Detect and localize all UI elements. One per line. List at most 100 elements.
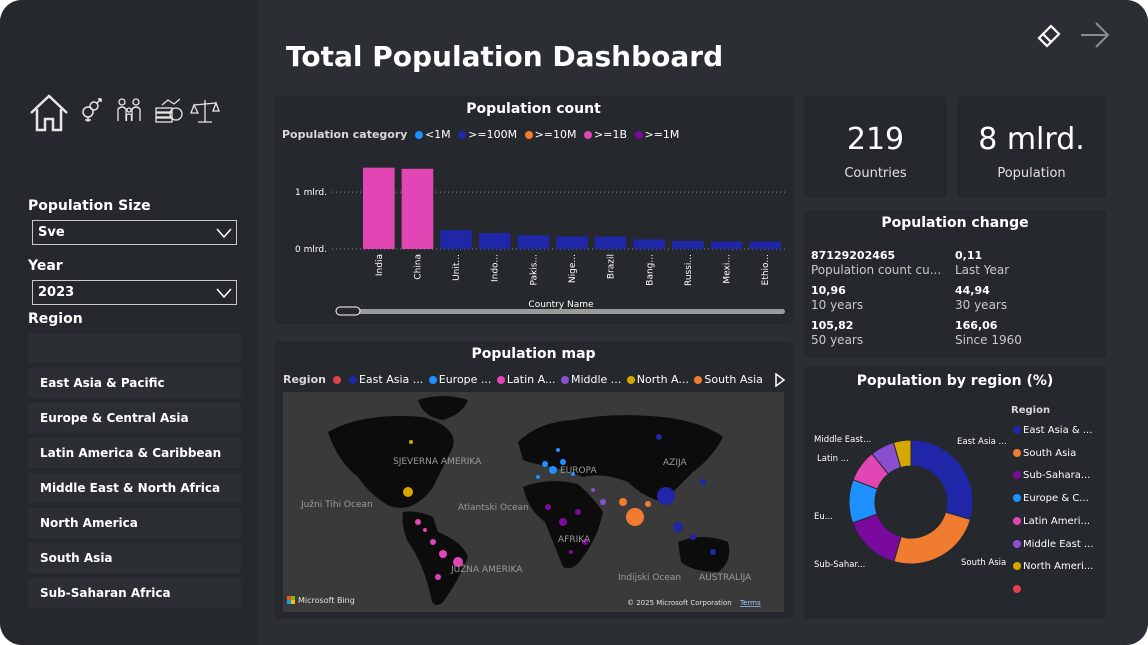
map-bubble[interactable] — [560, 459, 566, 465]
legend-next-icon[interactable] — [774, 373, 786, 387]
map-label-australia: AUSTRALIJA — [699, 573, 752, 583]
map-bubble[interactable] — [600, 499, 606, 505]
region-item-south-asia[interactable]: South Asia — [28, 543, 241, 573]
map-bubble[interactable] — [559, 518, 567, 526]
gender-icon[interactable] — [78, 97, 104, 123]
donut-legend-item[interactable]: North Ameri... — [1013, 561, 1093, 572]
map-bubble[interactable] — [690, 534, 696, 540]
population-size-dropdown[interactable]: Sve — [32, 220, 237, 245]
map-bubble[interactable] — [700, 479, 706, 485]
change-value-30y: 44,94 — [955, 284, 990, 297]
map-bubble[interactable] — [710, 549, 716, 555]
y-tick-label: 0 mlrd. — [295, 245, 327, 255]
legend-item-ge1m[interactable]: >=1M — [634, 128, 679, 141]
x-tick-label: Nige... — [568, 254, 578, 283]
donut-legend-item[interactable]: East Asia & ... — [1013, 425, 1092, 436]
map-legend-item-north[interactable]: North A... — [626, 373, 689, 386]
map-bubble[interactable] — [439, 550, 447, 558]
map-bubble[interactable] — [545, 504, 551, 510]
region-item-east-asia-pacific[interactable]: East Asia & Pacific — [28, 368, 241, 398]
bar[interactable] — [749, 241, 781, 249]
donut-slice[interactable] — [893, 511, 972, 565]
population-map[interactable]: SJEVERNA AMERIKA EUROPA AZIJA Južni Tihi… — [283, 392, 784, 612]
year-dropdown[interactable]: 2023 — [32, 280, 237, 305]
bar[interactable] — [401, 168, 434, 249]
x-tick-label: China — [413, 254, 423, 280]
map-bubble[interactable] — [556, 448, 560, 452]
family-icon[interactable] — [114, 97, 144, 123]
map-legend-item-europe[interactable]: Europe ... — [428, 373, 491, 386]
region-item-north-america[interactable]: North America — [28, 508, 241, 538]
population-map-legend: Region East Asia ... Europe ... Latin A.… — [283, 373, 763, 386]
population-change-title: Population change — [881, 215, 1029, 231]
map-bubble[interactable] — [569, 550, 573, 554]
bar[interactable] — [633, 239, 666, 249]
kpi-population-value: 8 mlrd. — [978, 122, 1085, 157]
donut-legend-item[interactable]: Europe & C... — [1013, 493, 1089, 504]
scrollbar-handle[interactable] — [335, 306, 361, 316]
map-bubble[interactable] — [542, 461, 548, 467]
map-bubble[interactable] — [656, 434, 662, 440]
bar[interactable] — [710, 241, 743, 249]
home-icon[interactable] — [28, 92, 70, 134]
map-bubble[interactable] — [626, 508, 644, 526]
map-bubble[interactable] — [403, 487, 413, 497]
map-bubble[interactable] — [430, 539, 436, 545]
bar[interactable] — [478, 233, 511, 249]
legend-item-ge100m[interactable]: >=100M — [458, 128, 517, 141]
map-bubble[interactable] — [645, 501, 651, 507]
region-item-latin-america-caribbean[interactable]: Latin America & Caribbean — [28, 438, 241, 468]
donut-legend-item[interactable]: Middle East ... — [1013, 539, 1094, 550]
population-by-region-title: Population by region (%) — [856, 373, 1054, 389]
map-bubble[interactable] — [591, 488, 595, 492]
donut-legend-item[interactable]: Sub-Sahara... — [1013, 470, 1090, 481]
legend-item-ge10m[interactable]: >=10M — [524, 128, 577, 141]
legend-label: East Asia & ... — [1023, 425, 1093, 436]
legend-color-dot — [1013, 494, 1021, 503]
map-bubble[interactable] — [409, 440, 413, 444]
horizontal-scrollbar[interactable] — [336, 309, 785, 314]
money-icon[interactable] — [154, 97, 184, 125]
donut-legend-item[interactable]: Latin Ameri... — [1013, 516, 1090, 527]
map-bubble[interactable] — [673, 522, 683, 532]
legend-item-ge1b[interactable]: >=1B — [584, 128, 627, 141]
x-tick-label: Bang... — [645, 254, 655, 286]
map-bubble[interactable] — [536, 475, 540, 479]
kpi-countries-label: Countries — [844, 166, 907, 181]
map-legend-item-latin[interactable]: Latin A... — [496, 373, 555, 386]
map-bubble[interactable] — [657, 487, 675, 505]
bar[interactable] — [517, 235, 550, 249]
map-bubble[interactable] — [619, 498, 627, 506]
balance-icon[interactable] — [190, 97, 220, 125]
map-legend-item-blank[interactable] — [333, 373, 343, 386]
bar[interactable] — [594, 236, 627, 249]
map-terms-link[interactable]: Terms — [739, 599, 761, 607]
bar[interactable] — [363, 167, 395, 249]
bar[interactable] — [556, 236, 588, 249]
region-item-middle-east-north-africa[interactable]: Middle East & North Africa — [28, 473, 241, 503]
donut-slice[interactable] — [910, 439, 974, 521]
map-legend-item-east-asia[interactable]: East Asia ... — [348, 373, 423, 386]
legend-item-lt1m[interactable]: <1M — [414, 128, 451, 141]
map-bubble[interactable] — [423, 528, 427, 532]
main-area: Total Population Dashboard Population co… — [257, 0, 1148, 645]
map-legend-item-middle[interactable]: Middle ... — [560, 373, 621, 386]
donut-legend-item[interactable] — [1013, 584, 1023, 595]
donut-legend-item[interactable]: South Asia — [1013, 448, 1076, 459]
map-bubble[interactable] — [549, 466, 557, 474]
region-item-europe-central-asia[interactable]: Europe & Central Asia — [28, 403, 241, 433]
region-item-sub-saharan-africa[interactable]: Sub-Saharan Africa — [28, 578, 241, 608]
change-value-since-1960: 166,06 — [955, 319, 998, 332]
region-search-input[interactable] — [28, 333, 241, 363]
map-bubble[interactable] — [415, 519, 421, 525]
donut-slice[interactable] — [851, 513, 902, 563]
donut-data-label: Sub-Sahar... — [814, 560, 865, 570]
eraser-icon[interactable] — [1033, 20, 1063, 50]
arrow-right-icon[interactable] — [1079, 20, 1111, 50]
bar[interactable] — [440, 230, 472, 249]
map-legend-item-south-asia[interactable]: South Asia — [694, 373, 763, 386]
bar[interactable] — [672, 241, 704, 249]
map-label-africa: AFRIKA — [558, 535, 591, 545]
map-bubble[interactable] — [435, 574, 441, 580]
map-bubble[interactable] — [575, 509, 581, 515]
